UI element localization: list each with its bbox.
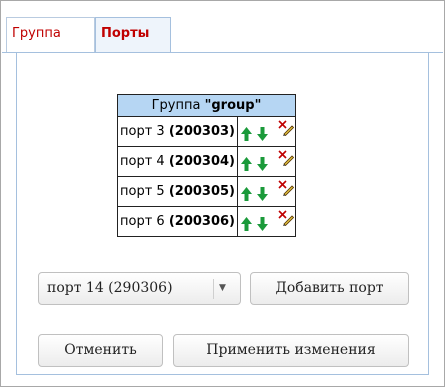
- delete-icon[interactable]: [278, 210, 294, 226]
- arrow-up-icon[interactable]: [240, 157, 252, 171]
- port-controls: [236, 176, 296, 207]
- table-row: порт 4 (200304): [117, 146, 296, 177]
- arrow-down-icon[interactable]: [256, 187, 268, 201]
- port-label: порт 3: [120, 124, 165, 139]
- tab-ports[interactable]: Порты: [95, 17, 171, 53]
- cancel-button[interactable]: Отменить: [38, 334, 163, 367]
- port-id: (200306): [168, 214, 235, 229]
- arrow-down-icon[interactable]: [256, 157, 268, 171]
- arrow-up-icon[interactable]: [240, 127, 252, 141]
- table-header-prefix: Группа: [151, 98, 201, 113]
- port-label: порт 4: [120, 154, 165, 169]
- table-header: Группа "group": [117, 94, 296, 117]
- port-id: (200304): [168, 154, 235, 169]
- apply-changes-button[interactable]: Применить изменения: [173, 334, 409, 367]
- delete-icon[interactable]: [278, 150, 294, 166]
- delete-icon[interactable]: [278, 120, 294, 136]
- add-port-button[interactable]: Добавить порт: [250, 272, 409, 305]
- port-controls: [236, 146, 296, 177]
- delete-icon[interactable]: [278, 180, 294, 196]
- port-id: (200303): [168, 124, 235, 139]
- port-select[interactable]: порт 14 (290306) ▼: [38, 272, 241, 305]
- arrow-up-icon[interactable]: [240, 187, 252, 201]
- port-cell: порт 6 (200306): [117, 206, 238, 237]
- select-separator: [213, 279, 214, 299]
- port-select-value: порт 14 (290306): [47, 280, 173, 296]
- port-label: порт 5: [120, 184, 165, 199]
- port-label: порт 6: [120, 214, 165, 229]
- ports-panel: Группа "group" порт 3 (200303) порт 4 (2…: [16, 53, 429, 375]
- chevron-down-icon[interactable]: ▼: [219, 273, 226, 304]
- port-controls: [236, 206, 296, 237]
- port-controls: [236, 116, 296, 147]
- port-cell: порт 4 (200304): [117, 146, 238, 177]
- table-row: порт 5 (200305): [117, 176, 296, 207]
- group-name: "group": [204, 98, 262, 113]
- arrow-down-icon[interactable]: [256, 217, 268, 231]
- arrow-up-icon[interactable]: [240, 217, 252, 231]
- tab-group[interactable]: Группа: [6, 17, 95, 53]
- arrow-down-icon[interactable]: [256, 127, 268, 141]
- port-cell: порт 5 (200305): [117, 176, 238, 207]
- tab-bar: Группа Порты: [2, 2, 443, 53]
- table-row: порт 3 (200303): [117, 116, 296, 147]
- port-id: (200305): [168, 184, 235, 199]
- port-cell: порт 3 (200303): [117, 116, 238, 147]
- group-ports-table: Группа "group" порт 3 (200303) порт 4 (2…: [117, 94, 296, 237]
- table-row: порт 6 (200306): [117, 206, 296, 237]
- window-frame: Группа Порты Группа "group" порт 3 (2003…: [0, 0, 445, 387]
